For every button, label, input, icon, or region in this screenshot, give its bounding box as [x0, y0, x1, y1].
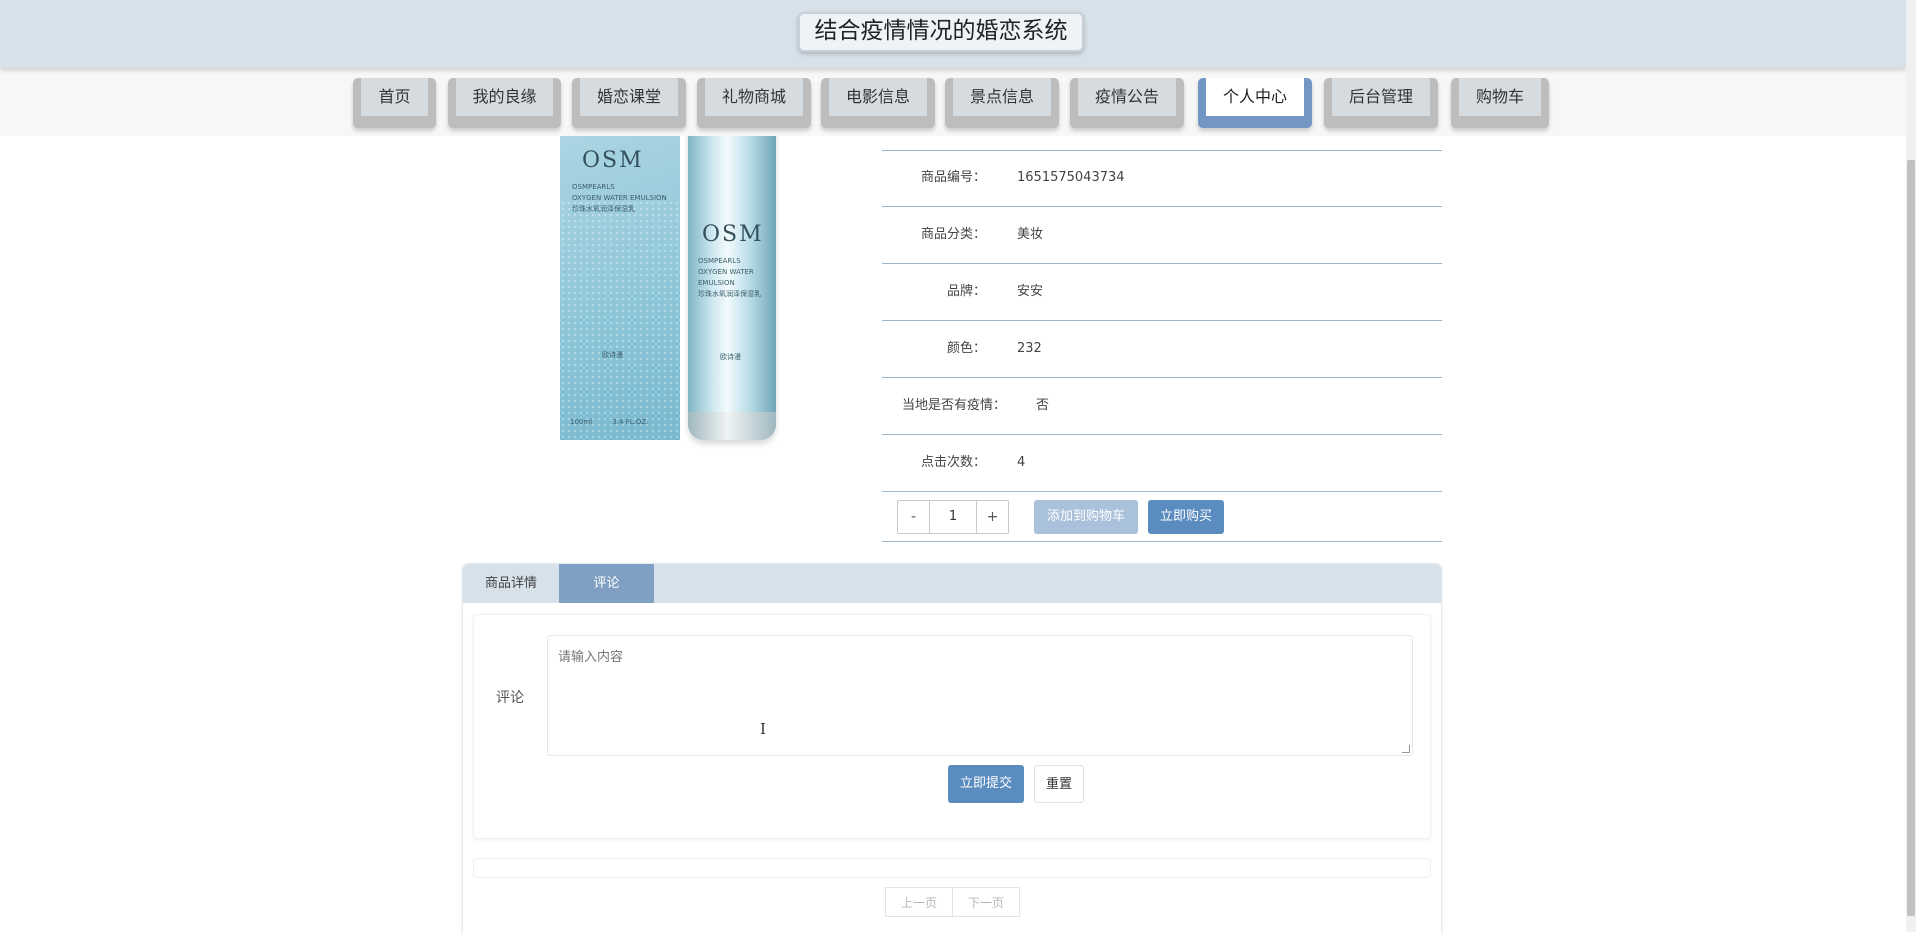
info-label: 点击次数： — [920, 455, 986, 470]
info-value: 232 — [1017, 341, 1042, 356]
nav-item-attractions[interactable]: 景点信息 — [945, 78, 1059, 128]
bottle-text-line: OSMPEARLS — [698, 257, 741, 265]
info-row-click-count: 点击次数： 4 — [882, 435, 1442, 492]
tab-bar: 商品详情 评论 — [463, 564, 1441, 603]
tab-product-details[interactable]: 商品详情 — [463, 564, 559, 603]
nav-item-personal-center[interactable]: 个人中心 — [1198, 78, 1312, 128]
reset-button[interactable]: 重置 — [1034, 765, 1084, 803]
buy-now-button[interactable]: 立即购买 — [1148, 500, 1224, 534]
nav-item-label: 婚恋课堂 — [580, 78, 678, 116]
product-bottle-illustration: OSM OSMPEARLS OXYGEN WATER EMULSION 珍珠水氧… — [688, 120, 776, 440]
info-row-local-epidemic: 当地是否有疫情： 否 — [882, 378, 1442, 435]
bottle-seal: 欧诗漫 — [720, 353, 741, 361]
product-image: OSM OSMPEARLS OXYGEN WATER EMULSION 珍珠水氧… — [540, 120, 800, 445]
text-cursor-icon: I — [760, 720, 766, 738]
header: 结合疫情情况的婚恋系统 — [0, 0, 1906, 68]
purchase-actions: - 1 + 添加到购物车 立即购买 — [882, 492, 1442, 542]
product-box-illustration: OSM OSMPEARLS OXYGEN WATER EMULSION 珍珠水氧… — [560, 120, 680, 440]
nav-item-gift-mall[interactable]: 礼物商城 — [697, 78, 811, 128]
nav-item-label: 首页 — [361, 78, 428, 116]
box-volume: 100ml — [570, 418, 593, 426]
add-to-cart-button[interactable]: 添加到购物车 — [1034, 500, 1138, 534]
quantity-increment-button[interactable]: + — [976, 501, 1008, 533]
scrollbar-thumb[interactable] — [1907, 160, 1915, 916]
info-value: 美妆 — [1017, 227, 1044, 242]
product-tabs-panel: 商品详情 评论 评论 请输入内容 I 立即提交 重置 上一页 下一页 — [462, 563, 1442, 932]
nav-item-label: 个人中心 — [1206, 78, 1304, 116]
info-label: 颜色： — [946, 341, 986, 356]
info-value: 1651575043734 — [1017, 170, 1125, 185]
box-pattern — [560, 200, 680, 440]
main-nav: 首页 我的良缘 婚恋课堂 礼物商城 电影信息 景点信息 疫情公告 个人中心 后台… — [0, 68, 1906, 136]
nav-item-dating-class[interactable]: 婚恋课堂 — [572, 78, 686, 128]
box-text: OSMPEARLS OXYGEN WATER EMULSION 珍珠水氧润泽保湿… — [572, 182, 672, 215]
comment-placeholder: 请输入内容 — [558, 650, 624, 665]
box-seal: 欧诗漫 — [602, 351, 623, 359]
info-value: 否 — [1036, 398, 1050, 413]
nav-item-label: 礼物商城 — [705, 78, 803, 116]
info-row-product-id: 商品编号： 1651575043734 — [882, 150, 1442, 207]
nav-item-label: 购物车 — [1459, 78, 1541, 116]
nav-item-admin[interactable]: 后台管理 — [1324, 78, 1438, 128]
info-label: 商品编号： — [920, 170, 986, 185]
nav-item-label: 电影信息 — [829, 78, 927, 116]
bottle-text-line: OXYGEN WATER EMULSION — [698, 268, 754, 287]
box-text-line: OXYGEN WATER EMULSION — [572, 194, 667, 202]
info-row-category: 商品分类： 美妆 — [882, 207, 1442, 264]
info-label: 当地是否有疫情： — [901, 398, 1006, 413]
quantity-decrement-button[interactable]: - — [898, 501, 930, 533]
product-info-table: 商品编号： 1651575043734 商品分类： 美妆 品牌： 安安 颜色： … — [882, 150, 1442, 542]
comment-form: 评论 请输入内容 I 立即提交 重置 — [473, 614, 1431, 839]
tab-comments[interactable]: 评论 — [559, 564, 654, 603]
bottle-base — [688, 412, 776, 440]
nav-item-epidemic-notice[interactable]: 疫情公告 — [1070, 78, 1184, 128]
info-row-color: 颜色： 232 — [882, 321, 1442, 378]
box-volume-oz: 3.4 FL.OZ. — [612, 418, 649, 426]
box-logo: OSM — [582, 148, 644, 173]
submit-comment-button[interactable]: 立即提交 — [948, 765, 1024, 803]
site-title: 结合疫情情况的婚恋系统 — [798, 12, 1084, 52]
quantity-stepper: - 1 + — [897, 500, 1009, 534]
info-label: 商品分类： — [920, 227, 986, 242]
info-value: 安安 — [1017, 284, 1044, 299]
prev-page-button[interactable]: 上一页 — [885, 887, 953, 917]
resize-grip-icon[interactable] — [1402, 745, 1410, 753]
box-text-line: 珍珠水氧润泽保湿乳 — [572, 205, 635, 213]
next-page-button[interactable]: 下一页 — [952, 887, 1020, 917]
nav-item-label: 我的良缘 — [456, 78, 553, 116]
comment-textarea[interactable]: 请输入内容 I — [547, 635, 1413, 756]
box-footer: 100ml 3.4 FL.OZ. — [570, 418, 670, 426]
bottle-text-line: 珍珠水氧润泽保湿乳 — [698, 290, 761, 298]
bottle-text: OSMPEARLS OXYGEN WATER EMULSION 珍珠水氧润泽保湿… — [698, 256, 768, 300]
nav-item-label: 景点信息 — [953, 78, 1051, 116]
nav-item-movies[interactable]: 电影信息 — [821, 78, 935, 128]
page: 结合疫情情况的婚恋系统 首页 我的良缘 婚恋课堂 礼物商城 电影信息 景点信息 … — [0, 0, 1916, 932]
info-row-brand: 品牌： 安安 — [882, 264, 1442, 321]
nav-item-cart[interactable]: 购物车 — [1451, 78, 1549, 128]
nav-item-my-matches[interactable]: 我的良缘 — [448, 78, 561, 128]
page-scrollbar[interactable] — [1906, 0, 1916, 932]
info-value: 4 — [1017, 455, 1026, 470]
info-label: 品牌： — [946, 284, 986, 299]
box-text-line: OSMPEARLS — [572, 183, 615, 191]
quantity-input[interactable]: 1 — [930, 501, 976, 533]
nav-item-label: 疫情公告 — [1078, 78, 1176, 116]
comment-list — [473, 858, 1431, 878]
nav-item-label: 后台管理 — [1332, 78, 1430, 116]
comment-label: 评论 — [496, 690, 524, 706]
bottle-logo: OSM — [702, 222, 764, 247]
pagination: 上一页 下一页 — [885, 887, 1021, 917]
nav-item-home[interactable]: 首页 — [353, 78, 436, 128]
